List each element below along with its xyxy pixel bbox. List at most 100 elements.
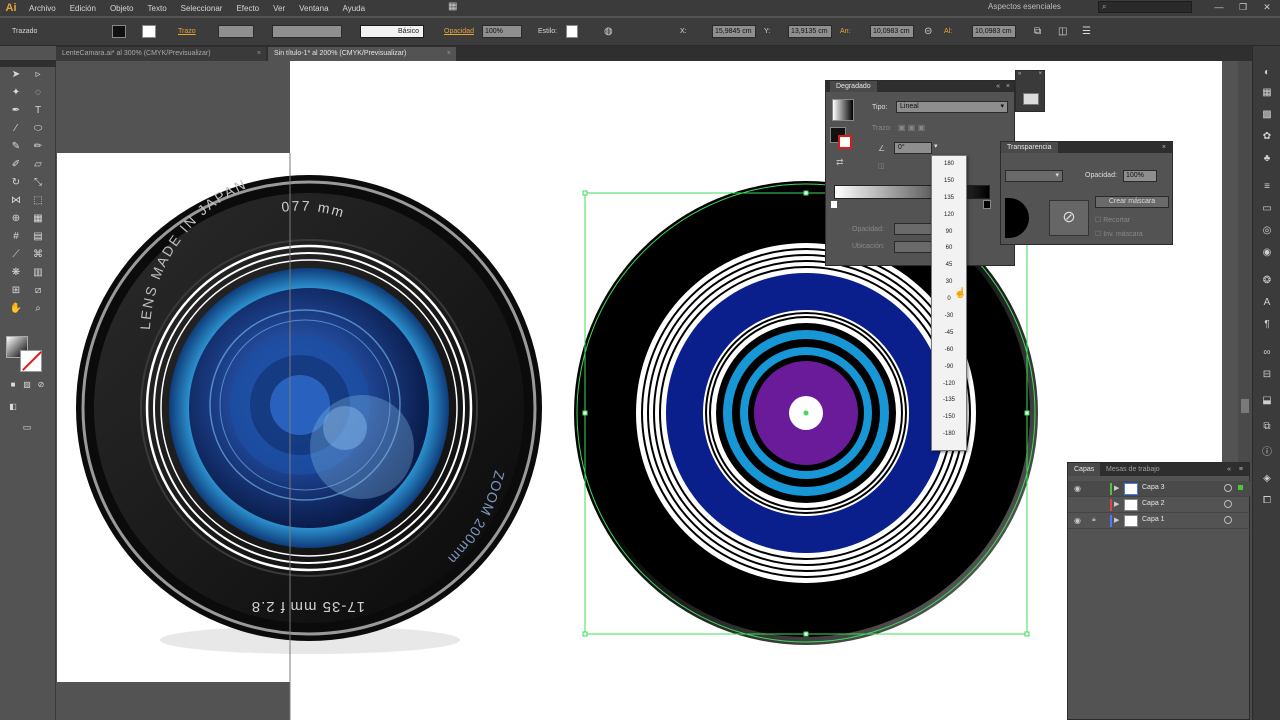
angle-option[interactable]: -45: [932, 325, 966, 342]
color-guide-icon[interactable]: ▦: [1259, 86, 1275, 100]
stroke-gradient-label: Trazo:: [872, 125, 892, 132]
chevron-down-icon: ▾: [1000, 103, 1004, 110]
right-panel-dock: ◐ ▦ ▩ ✿ ♣ ≡ ▭ ◎ ◉ ❂ A ¶ ∞ ⊟ ⬓ ⧉ ⓘ ◈ ⧠: [1252, 46, 1280, 720]
illustrator-window: Ai Archivo Edición Objeto Texto Seleccio…: [0, 0, 1280, 720]
close-panel-icon[interactable]: ×: [1006, 81, 1010, 92]
layer-target-icon[interactable]: [1224, 500, 1232, 508]
fill-stroke-stroke[interactable]: [838, 135, 852, 149]
gradient-type-label: Tipo:: [872, 104, 888, 111]
layers-panel-icon[interactable]: ◈: [1259, 472, 1275, 486]
tab-transparency[interactable]: Transparencia: [1001, 142, 1058, 153]
appearance-panel-icon[interactable]: ◉: [1259, 246, 1275, 260]
layer-row[interactable]: ◉ ▶ Capa 3: [1068, 481, 1251, 497]
angle-option[interactable]: 60: [932, 240, 966, 257]
layer-target-icon[interactable]: [1224, 516, 1232, 524]
layer-name[interactable]: Capa 2: [1142, 500, 1165, 507]
angle-field[interactable]: 0°: [894, 142, 932, 154]
no-mask-icon[interactable]: ⊘: [1049, 200, 1089, 236]
angle-option[interactable]: 90: [932, 224, 966, 241]
lens-aperture-text: f 2.8: [251, 598, 285, 615]
gradient-stop-right[interactable]: [983, 200, 991, 209]
graphic-styles-icon[interactable]: ❂: [1259, 274, 1275, 288]
tab-gradient[interactable]: Degradado: [830, 81, 877, 92]
gradient-preview[interactable]: [832, 99, 854, 121]
angle-option[interactable]: -180: [932, 426, 966, 443]
angle-option[interactable]: 180: [932, 156, 966, 173]
character-panel-icon[interactable]: A: [1259, 296, 1275, 310]
location-stop-label: Ubicación:: [852, 243, 885, 250]
angle-option[interactable]: 45: [932, 257, 966, 274]
tab-layers[interactable]: Capas: [1068, 463, 1101, 476]
info-panel-icon[interactable]: ⓘ: [1259, 446, 1275, 460]
blend-mode-select[interactable]: ▾: [1005, 170, 1063, 182]
close-panel-icon[interactable]: ×: [1162, 142, 1166, 153]
opacity-stop-label: Opacidad:: [852, 226, 884, 233]
visibility-eye-icon[interactable]: ◉: [1074, 484, 1081, 493]
paragraph-panel-icon[interactable]: ¶: [1259, 318, 1275, 332]
scrollbar-thumb[interactable]: [1241, 399, 1249, 413]
gradient-panel-header: Degradado « ×: [826, 81, 1014, 92]
clip-checkbox[interactable]: ☐ Recortar: [1095, 216, 1130, 224]
stroke-panel-icon[interactable]: ≡: [1259, 180, 1275, 194]
angle-option[interactable]: -135: [932, 392, 966, 409]
stroke-gradient-options-icon[interactable]: ▣ ▣ ▣: [898, 123, 925, 132]
angle-option[interactable]: -30: [932, 308, 966, 325]
expand-arrow-icon[interactable]: ▶: [1114, 484, 1119, 492]
close-panel-icon[interactable]: ×: [1038, 71, 1042, 77]
symbols-panel-icon[interactable]: ♣: [1259, 152, 1275, 166]
transform-panel-icon[interactable]: ⬓: [1259, 394, 1275, 408]
pathfinder-panel-icon[interactable]: ⧉: [1259, 420, 1275, 434]
chevron-down-icon: ▾: [1055, 172, 1059, 179]
angle-dropdown-arrow-icon[interactable]: ▾: [934, 142, 944, 154]
color-panel-icon[interactable]: ◐: [1259, 66, 1275, 80]
transparency-panel-icon[interactable]: ◎: [1259, 224, 1275, 238]
angle-option[interactable]: -120: [932, 376, 966, 393]
layer-row[interactable]: ◉ 🔒︎ ▶ Capa 1: [1068, 513, 1251, 529]
layer-target-icon[interactable]: [1224, 484, 1232, 492]
transparency-panel-header: Transparencia ×: [1001, 142, 1172, 153]
collapse-icon[interactable]: «: [996, 81, 1000, 92]
gradient-panel-icon[interactable]: ▭: [1259, 202, 1275, 216]
make-mask-button[interactable]: Crear máscara: [1095, 196, 1169, 208]
links-panel-icon[interactable]: ∞: [1259, 346, 1275, 360]
angle-option[interactable]: -90: [932, 359, 966, 376]
gradient-stop-left[interactable]: [830, 200, 838, 209]
expand-arrow-icon[interactable]: ▶: [1114, 516, 1119, 524]
brushes-panel-icon[interactable]: ✿: [1259, 130, 1275, 144]
angle-option[interactable]: -150: [932, 409, 966, 426]
lock-icon[interactable]: 🔒︎: [1092, 516, 1096, 524]
layer-name[interactable]: Capa 3: [1142, 484, 1165, 491]
layer-name[interactable]: Capa 1: [1142, 516, 1165, 523]
layer-color-bar: [1110, 515, 1112, 527]
layer-color-bar: [1110, 483, 1112, 495]
angle-dropdown-list[interactable]: 180 150 135 120 90 60 45 30 0 -30 -45 -6…: [931, 155, 967, 451]
svg-text:17-35 mm f 2.8: 17-35 mm f 2.8: [251, 598, 365, 615]
angle-option[interactable]: 135: [932, 190, 966, 207]
panel-menu-icon[interactable]: ≡: [1239, 463, 1243, 476]
visibility-eye-icon[interactable]: ◉: [1074, 516, 1081, 525]
layer-thumbnail: [1124, 499, 1138, 511]
angle-option[interactable]: 150: [932, 173, 966, 190]
artboards-panel-icon[interactable]: ⧠: [1259, 494, 1275, 508]
collapse-icon[interactable]: «: [1018, 71, 1021, 77]
transparency-opacity-field[interactable]: 100%: [1123, 170, 1157, 182]
reverse-gradient-icon[interactable]: ⇄: [836, 157, 844, 168]
layer-thumbnail: [1124, 515, 1138, 527]
swatches-panel-icon[interactable]: ▩: [1259, 108, 1275, 122]
expand-arrow-icon[interactable]: ▶: [1114, 500, 1119, 508]
angle-option[interactable]: -60: [932, 342, 966, 359]
layer-row[interactable]: ▶ Capa 2: [1068, 497, 1251, 513]
tab-artboards[interactable]: Mesas de trabajo: [1100, 463, 1166, 476]
floating-panel-mini: « ×: [1015, 70, 1045, 112]
layer-color-bar: [1110, 499, 1112, 511]
panel-shortcut-icon[interactable]: [1023, 93, 1039, 105]
opacity-stop-field[interactable]: [894, 223, 934, 235]
gradient-type-select[interactable]: Lineal ▾: [896, 101, 1008, 113]
collapse-icon[interactable]: «: [1227, 463, 1231, 476]
angle-option[interactable]: 120: [932, 207, 966, 224]
align-panel-icon[interactable]: ⊟: [1259, 368, 1275, 382]
invert-mask-checkbox[interactable]: ☐ Inv. máscara: [1095, 230, 1143, 238]
mouse-cursor-icon: ☝: [954, 288, 967, 299]
location-stop-field[interactable]: [894, 241, 934, 253]
selection-indicator[interactable]: [1238, 485, 1243, 490]
